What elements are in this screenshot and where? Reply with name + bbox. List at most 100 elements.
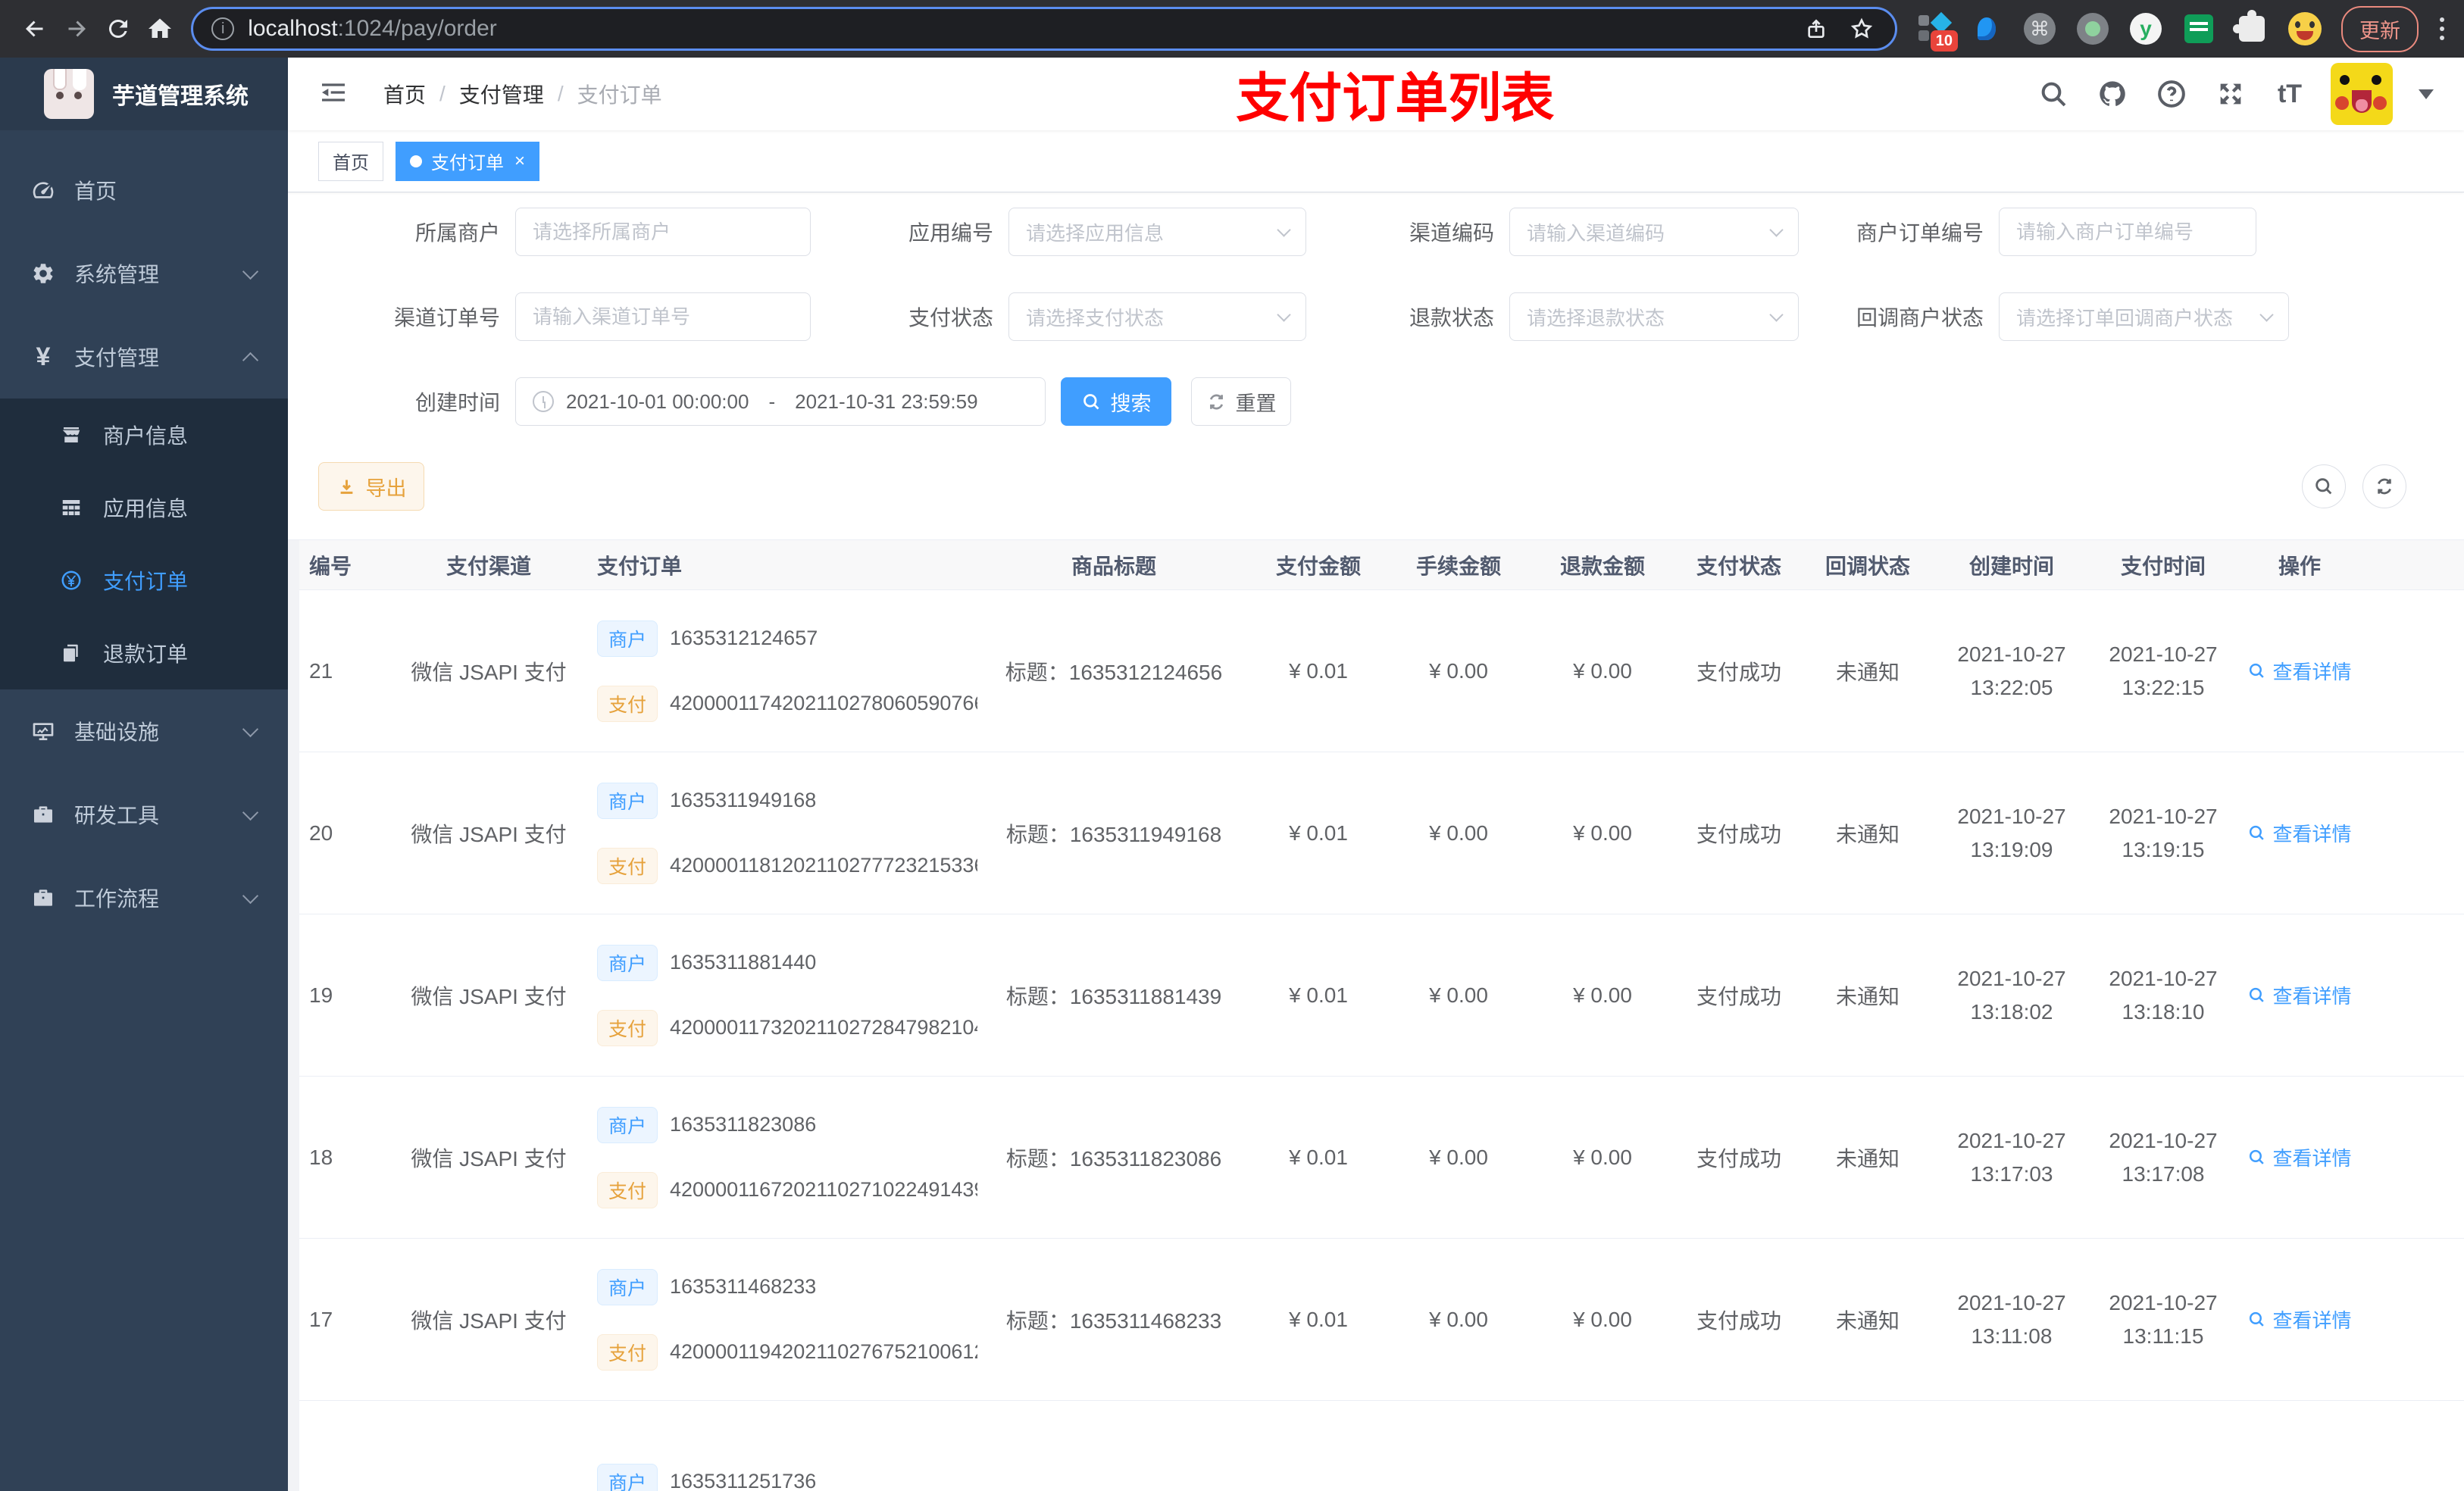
chrome-update-button[interactable]: 更新	[2341, 5, 2419, 52]
view-detail-link[interactable]: 查看详情	[2247, 819, 2352, 847]
fullscreen-button[interactable]	[2212, 76, 2249, 112]
date-end-value[interactable]: 2021-10-31 23:59:59	[795, 390, 977, 414]
help-button[interactable]	[2153, 76, 2190, 112]
field-label: 渠道订单号	[393, 306, 500, 330]
extension-balloon[interactable]	[1970, 12, 2003, 45]
share-icon	[1808, 19, 1825, 38]
collapse-sidebar-button[interactable]	[318, 77, 349, 111]
breadcrumb-home[interactable]: 首页	[383, 79, 426, 109]
font-size-button[interactable]: tT	[2272, 76, 2308, 112]
view-detail-link[interactable]: 查看详情	[2247, 657, 2352, 685]
reset-button[interactable]: 重置	[1191, 377, 1291, 426]
sidebar-item-dev-tools[interactable]: 研发工具	[0, 773, 288, 856]
refresh-table-button[interactable]	[2362, 464, 2406, 508]
home-button[interactable]	[139, 8, 180, 50]
extension-y[interactable]: y	[2129, 12, 2162, 45]
header-search-button[interactable]	[2035, 76, 2072, 112]
browser-menu-button[interactable]	[2434, 11, 2450, 46]
export-button[interactable]: 导出	[318, 462, 424, 511]
channel-order-no-field[interactable]	[515, 292, 811, 341]
sidebar-item-merchant-info[interactable]: 商户信息	[0, 399, 288, 471]
back-button[interactable]	[14, 8, 55, 50]
extension-chat[interactable]	[2182, 12, 2215, 45]
refresh-icon	[2378, 478, 2391, 495]
search-icon	[1083, 393, 1099, 409]
sidebar-item-workflow[interactable]: 工作流程	[0, 856, 288, 939]
app-logo[interactable]: 芋道管理系统	[0, 58, 288, 130]
filter-row-3: 创建时间 2021-10-01 00:00:00 - 2021-10-31 23…	[318, 377, 2464, 426]
sidebar-item-home[interactable]: 首页	[0, 148, 288, 232]
date-start-value[interactable]: 2021-10-01 00:00:00	[566, 390, 749, 414]
pay-status-select[interactable]: 请选择支付状态	[1008, 292, 1306, 341]
tag-pay-order[interactable]: 支付订单 ×	[396, 141, 540, 181]
pay-no-tag: 支付	[597, 685, 658, 722]
browser-window: i localhost:1024/pay/order 10 ⌘ y 更新 芋道管…	[0, 0, 2464, 1491]
sidebar-item-pay-order[interactable]: 支付订单	[0, 544, 288, 617]
merchant-order-no-field[interactable]	[1999, 208, 2256, 256]
briefcase-icon	[30, 885, 56, 911]
github-button[interactable]	[2094, 76, 2131, 112]
breadcrumb-current: 支付订单	[577, 83, 662, 107]
browser-toolbar: i localhost:1024/pay/order 10 ⌘ y 更新	[0, 0, 2464, 58]
sidebar-item-refund-order[interactable]: 退款订单	[0, 617, 288, 689]
site-info-icon[interactable]: i	[211, 17, 235, 40]
user-avatar[interactable]	[2331, 63, 2393, 125]
app-select[interactable]: 请选择应用信息	[1008, 208, 1306, 256]
merchant-no-tag: 商户	[597, 1106, 658, 1143]
channel-order-no-input[interactable]	[533, 305, 793, 329]
sidebar-item-infra[interactable]: 基础设施	[0, 689, 288, 773]
refund-status-select[interactable]: 请选择退款状态	[1509, 292, 1799, 341]
table-toolbar: 导出	[318, 462, 2464, 511]
filter-row-2: 渠道订单号 支付状态 请选择支付状态 退款状态 请选择退款状态 回调商户状态 请…	[318, 292, 2464, 341]
extension-recorder[interactable]	[2076, 12, 2109, 45]
sidebar-item-system[interactable]: 系统管理	[0, 232, 288, 315]
callback-status-select[interactable]: 请选择订单回调商户状态	[1999, 292, 2289, 341]
sidebar-item-app-info[interactable]: 应用信息	[0, 471, 288, 544]
avatar-dropdown-caret[interactable]	[2419, 89, 2434, 99]
create-time-range-picker[interactable]: 2021-10-01 00:00:00 - 2021-10-31 23:59:5…	[515, 377, 1046, 426]
gear-icon	[30, 261, 56, 286]
dashboard-icon	[30, 177, 56, 203]
extensions-menu[interactable]	[2233, 10, 2269, 45]
merchant-order-no-input[interactable]	[2016, 220, 2239, 244]
search-icon	[2250, 987, 2265, 1002]
header-actions: tT	[2035, 63, 2434, 125]
forward-button[interactable]	[55, 8, 97, 50]
share-button[interactable]	[1801, 14, 1831, 44]
tag-close-icon[interactable]: ×	[514, 152, 525, 170]
field-label: 退款状态	[1409, 306, 1494, 330]
extension-sketch[interactable]: 10	[1917, 11, 1959, 52]
view-detail-link[interactable]: 查看详情	[2247, 1143, 2352, 1171]
address-bar[interactable]: i localhost:1024/pay/order	[191, 7, 1898, 51]
bookmark-button[interactable]	[1846, 14, 1877, 44]
merchant-input[interactable]	[533, 220, 793, 244]
chevron-down-icon	[1769, 222, 1784, 237]
profile-avatar[interactable]	[2288, 12, 2322, 45]
tag-home[interactable]: 首页	[318, 141, 383, 181]
date-separator: -	[768, 389, 776, 413]
toggle-search-button[interactable]	[2302, 464, 2346, 508]
search-icon	[2250, 1149, 2265, 1164]
table-row: 19 微信 JSAPI 支付 商户 1635311881440 支付 4200001…	[288, 914, 2464, 1077]
view-detail-link[interactable]: 查看详情	[2247, 981, 2352, 1009]
search-button[interactable]: 搜索	[1061, 377, 1171, 426]
refresh-icon	[1209, 394, 1223, 409]
table-row: 17 微信 JSAPI 支付 商户 1635311468233 支付 4200001…	[288, 1239, 2464, 1401]
extension-command[interactable]: ⌘	[2023, 12, 2056, 45]
question-icon	[2158, 80, 2185, 108]
sidebar-item-label: 研发工具	[74, 804, 160, 827]
field-label: 所属商户	[414, 221, 500, 245]
tags-view: 首页 支付订单 ×	[288, 130, 2464, 192]
channel-code-select[interactable]: 请输入渠道编码	[1509, 208, 1799, 256]
merchant-select[interactable]	[515, 208, 811, 256]
filter-row-1: 所属商户 应用编号 请选择应用信息 渠道编码 请输入渠道编码 商户订单编号	[318, 208, 2464, 256]
sidebar-item-pay[interactable]: ¥ 支付管理	[0, 315, 288, 399]
view-detail-link[interactable]: 查看详情	[2247, 1305, 2352, 1333]
chevron-down-icon	[1277, 222, 1291, 237]
reload-button[interactable]	[97, 8, 139, 50]
chevron-up-icon	[242, 352, 259, 368]
col-title: 商品标题	[1071, 554, 1156, 578]
chevron-down-icon	[242, 263, 259, 280]
breadcrumb-pay[interactable]: 支付管理	[459, 79, 544, 109]
pay-no-tag: 支付	[597, 1171, 658, 1208]
